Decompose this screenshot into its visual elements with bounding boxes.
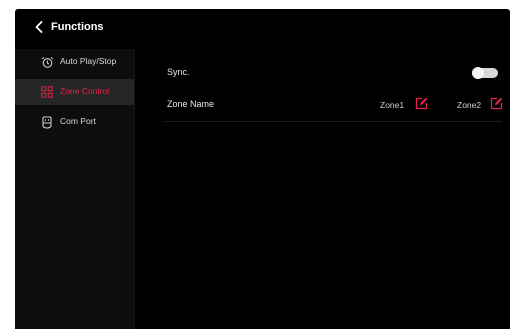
com-port-icon bbox=[40, 115, 54, 129]
sync-label: Sync. bbox=[167, 67, 190, 77]
edit-icon bbox=[415, 97, 428, 110]
zone-name-label: Zone Name bbox=[167, 99, 215, 109]
sidebar: Auto Play/Stop Zone Control Com Port bbox=[15, 49, 135, 329]
zone2-name: Zone2 bbox=[457, 100, 482, 110]
alarm-clock-icon bbox=[40, 55, 54, 69]
device-screen: Functions Auto Play/Stop Zone Control Co… bbox=[15, 9, 510, 329]
sidebar-item-com-port[interactable]: Com Port bbox=[15, 109, 134, 135]
row-divider bbox=[164, 121, 502, 122]
edit-icon bbox=[490, 97, 503, 110]
grid-icon bbox=[40, 85, 54, 99]
chevron-left-icon bbox=[35, 21, 43, 33]
sidebar-item-label: Auto Play/Stop bbox=[60, 56, 117, 66]
sidebar-item-zone-control[interactable]: Zone Control bbox=[15, 79, 134, 105]
title-bar: Functions bbox=[15, 9, 510, 45]
sidebar-item-auto-play-stop[interactable]: Auto Play/Stop bbox=[15, 49, 134, 75]
toggle-knob bbox=[472, 67, 484, 79]
page-title: Functions bbox=[51, 21, 104, 33]
sidebar-item-label: Zone Control bbox=[60, 86, 110, 96]
zone-name-row: Zone Name Zone1 Zone2 bbox=[164, 90, 503, 122]
back-button[interactable]: Functions bbox=[35, 18, 104, 36]
edit-zone2-button[interactable] bbox=[490, 97, 503, 110]
sync-row: Sync. bbox=[164, 58, 502, 88]
zone-control-panel: Sync. Zone Name Zone1 Zone2 bbox=[164, 49, 510, 329]
sync-toggle[interactable] bbox=[472, 67, 498, 79]
zone1-name: Zone1 bbox=[380, 100, 405, 110]
sidebar-item-label: Com Port bbox=[60, 116, 96, 126]
edit-zone1-button[interactable] bbox=[415, 97, 428, 110]
